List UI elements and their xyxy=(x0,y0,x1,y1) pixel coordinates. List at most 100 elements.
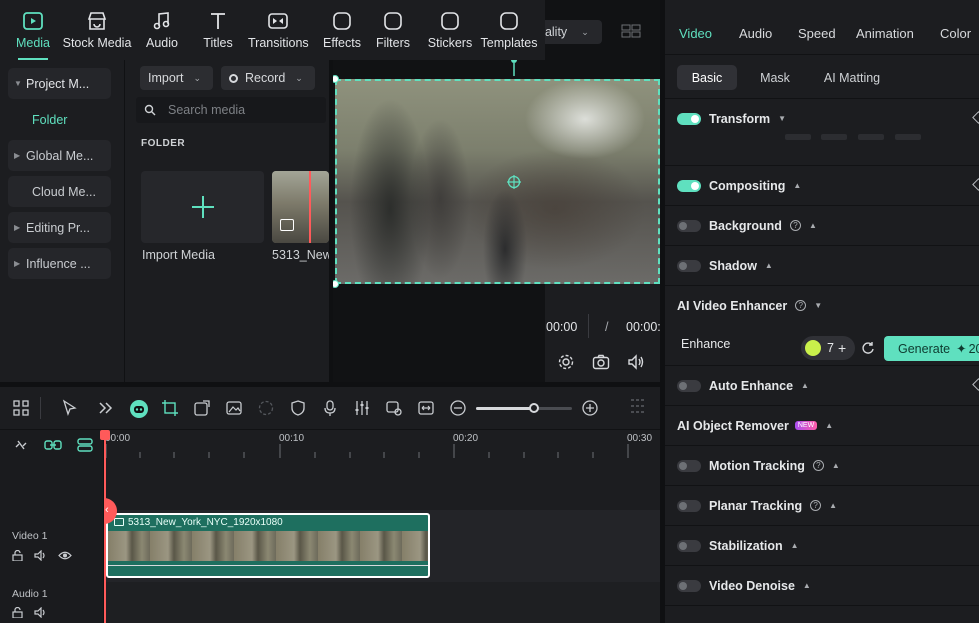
property-compositing[interactable]: Compositing ▲ xyxy=(665,165,979,205)
tab-video[interactable]: Video xyxy=(679,26,712,41)
toolbar-templates-button[interactable]: Templates xyxy=(480,8,538,56)
property-video-denoise[interactable]: Video Denoise ▲ xyxy=(665,565,979,605)
compositing-toggle[interactable] xyxy=(677,179,701,192)
zoom-out-icon[interactable] xyxy=(449,399,467,417)
toolbar-titles-button[interactable]: Titles xyxy=(200,8,236,56)
help-icon[interactable]: ? xyxy=(789,220,801,231)
ai-copilot-icon[interactable] xyxy=(129,399,148,418)
clip-volume-line[interactable] xyxy=(108,565,428,566)
property-ai-video-enhancer[interactable]: AI Video Enhancer ? ▼ xyxy=(665,285,979,325)
toolbar-transitions-button[interactable]: Transitions xyxy=(248,8,309,56)
toolbar-filters-label: Filters xyxy=(375,36,411,50)
toolbar-filters-button[interactable]: Filters xyxy=(373,8,413,56)
transform-icon[interactable] xyxy=(193,399,211,417)
zoom-slider-knob[interactable] xyxy=(528,403,539,413)
help-icon[interactable]: ? xyxy=(810,500,822,511)
panel-splitter[interactable] xyxy=(660,0,665,623)
keyframe-diamond-icon[interactable] xyxy=(972,111,979,124)
link-clips-icon[interactable] xyxy=(43,437,63,453)
playhead[interactable] xyxy=(104,430,106,623)
zoom-slider[interactable] xyxy=(476,403,572,413)
video-clip-settings-icon[interactable] xyxy=(385,399,403,417)
subtab-ai-matting[interactable]: AI Matting xyxy=(814,65,890,90)
audio-track-lane[interactable] xyxy=(104,582,660,623)
media-clip-thumbnail[interactable] xyxy=(272,171,329,243)
property-stabilization[interactable]: Stabilization ▲ xyxy=(665,525,979,565)
record-dropdown[interactable]: Record ⌄ xyxy=(221,66,315,90)
property-background[interactable]: Background ? ▲ xyxy=(665,205,979,245)
import-dropdown[interactable]: Import ⌄ xyxy=(140,66,213,90)
transform-selection-box[interactable] xyxy=(335,79,660,284)
select-cursor-icon[interactable] xyxy=(61,399,79,417)
help-icon[interactable]: ? xyxy=(795,300,807,311)
toolbar-media-button[interactable]: Media xyxy=(12,8,54,60)
sidebar-item-global-media[interactable]: ▶ Global Me... xyxy=(8,140,111,171)
property-planar-tracking[interactable]: Planar Tracking ? ▲ xyxy=(665,485,979,525)
grid-view-icon[interactable] xyxy=(621,24,641,38)
timeline-video-clip[interactable]: 5313_New_York_NYC_1920x1080 xyxy=(106,513,430,578)
property-auto-enhance[interactable]: Auto Enhance ▲ xyxy=(665,365,979,405)
import-media-tile[interactable] xyxy=(141,171,264,243)
lock-icon[interactable] xyxy=(12,607,23,618)
toolbar-stock-media-button[interactable]: Stock Media xyxy=(62,8,132,56)
generate-button[interactable]: Generate ✦ 20 xyxy=(884,336,979,361)
property-motion-tracking[interactable]: Motion Tracking ? ▲ xyxy=(665,445,979,485)
subtab-mask[interactable]: Mask xyxy=(748,65,802,90)
video-denoise-toggle[interactable] xyxy=(677,579,701,592)
background-toggle[interactable] xyxy=(677,219,701,232)
lock-icon[interactable] xyxy=(12,550,23,561)
playhead-handle[interactable] xyxy=(100,430,110,440)
anchor-point-icon[interactable] xyxy=(507,175,521,189)
sidebar-item-cloud-media[interactable]: Cloud Me... xyxy=(8,176,111,207)
speed-disabled-icon[interactable] xyxy=(257,399,275,417)
planar-tracking-toggle[interactable] xyxy=(677,499,701,512)
tab-animation[interactable]: Animation xyxy=(856,26,914,41)
sidebar-item-influence[interactable]: ▶ Influence ... xyxy=(8,248,111,279)
settings-gear-icon[interactable] xyxy=(557,354,575,370)
forward-icon[interactable] xyxy=(97,399,115,417)
toolbar-effects-button[interactable]: Effects xyxy=(322,8,362,56)
quality-dropdown[interactable]: uality ⌄ xyxy=(536,20,602,44)
tab-speed[interactable]: Speed xyxy=(798,26,836,41)
shadow-toggle[interactable] xyxy=(677,259,701,272)
search-input[interactable]: Search media xyxy=(136,97,326,123)
toolbar-audio-button[interactable]: Audio xyxy=(142,8,182,56)
crop-icon[interactable] xyxy=(161,399,179,417)
eye-icon[interactable] xyxy=(58,550,72,561)
unlink-icon[interactable] xyxy=(12,437,30,453)
auto-enhance-toggle[interactable] xyxy=(677,379,701,392)
layout-grid-icon[interactable] xyxy=(12,399,30,417)
fit-width-icon[interactable] xyxy=(417,399,435,417)
keyframe-diamond-icon[interactable] xyxy=(972,178,979,191)
tab-color[interactable]: Color xyxy=(940,26,971,41)
property-ai-object-remover[interactable]: AI Object Remover NEW ▲ xyxy=(665,405,979,445)
toolbar-stickers-button[interactable]: Stickers xyxy=(427,8,473,56)
stabilization-toggle[interactable] xyxy=(677,539,701,552)
speaker-icon[interactable] xyxy=(34,607,48,618)
sidebar-item-editing-presets[interactable]: ▶ Editing Pr... xyxy=(8,212,111,243)
credits-badge[interactable]: 7 + xyxy=(801,336,855,360)
microphone-icon[interactable] xyxy=(321,399,339,417)
motion-tracking-toggle[interactable] xyxy=(677,459,701,472)
panel-splitter[interactable] xyxy=(0,382,660,387)
tab-audio[interactable]: Audio xyxy=(739,26,772,41)
sidebar-item-folder[interactable]: Folder xyxy=(8,104,111,135)
transform-toggle[interactable] xyxy=(677,112,701,125)
speaker-icon[interactable] xyxy=(34,550,48,561)
mask-shield-icon[interactable] xyxy=(289,399,307,417)
audio-mixer-icon[interactable] xyxy=(353,399,371,417)
refresh-icon[interactable] xyxy=(861,341,875,355)
timeline-ruler[interactable] xyxy=(104,430,660,458)
track-manager-icon[interactable] xyxy=(76,437,94,453)
help-icon[interactable]: ? xyxy=(812,460,824,471)
volume-icon[interactable] xyxy=(627,354,645,370)
keyframe-diamond-icon[interactable] xyxy=(972,378,979,391)
snapshot-camera-icon[interactable] xyxy=(592,354,610,370)
sidebar-item-project-media[interactable]: ▼ Project M... xyxy=(8,68,111,99)
chevron-down-icon: ▼ xyxy=(814,301,823,310)
property-shadow[interactable]: Shadow ▲ xyxy=(665,245,979,285)
zoom-in-icon[interactable] xyxy=(581,399,599,417)
subtab-basic[interactable]: Basic xyxy=(677,65,737,90)
panel-grip-icon[interactable] xyxy=(630,397,644,419)
image-edit-icon[interactable] xyxy=(225,399,243,417)
